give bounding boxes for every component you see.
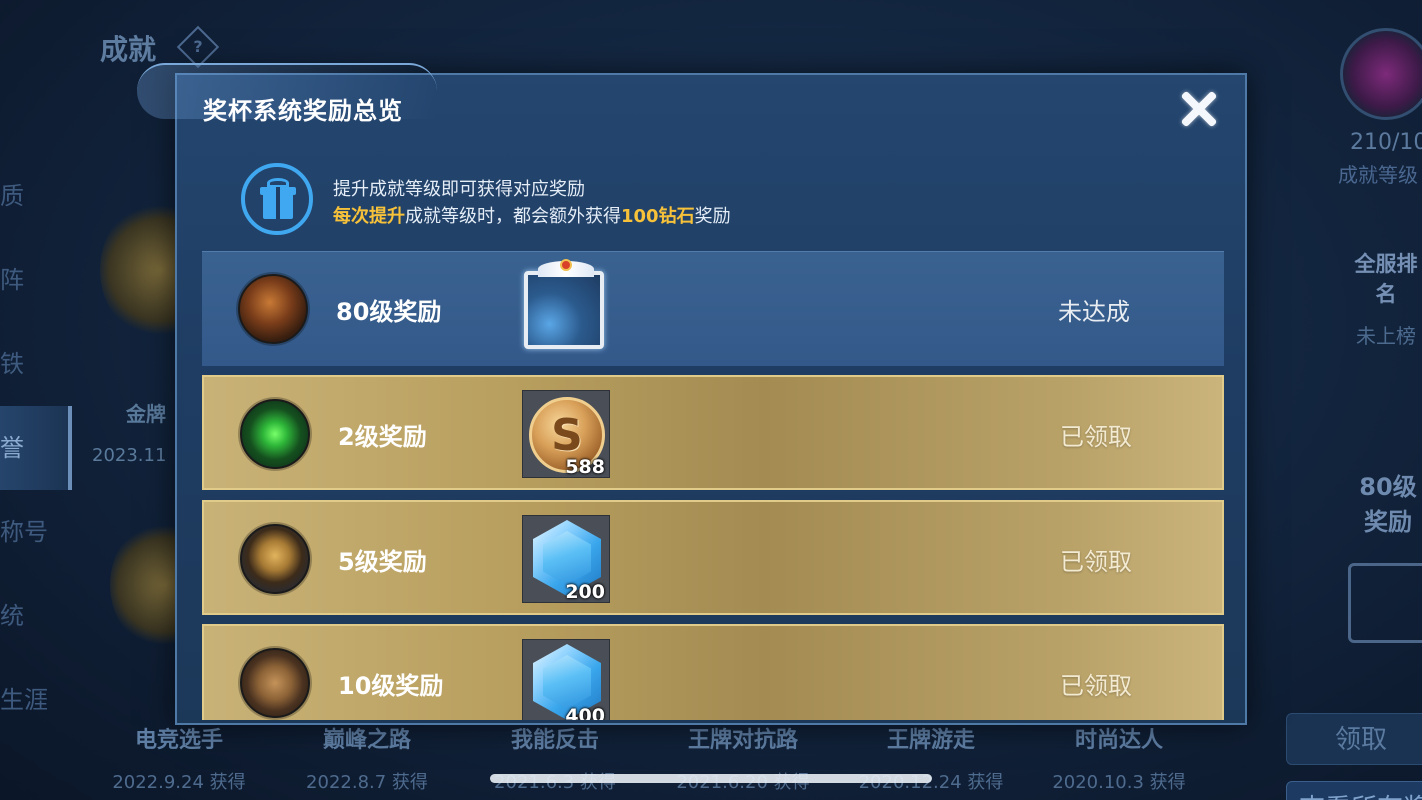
gift-icon (241, 163, 313, 235)
reward-list[interactable]: 80级奖励 未达成 2级奖励 S 588 已领取 5级奖励 200 已领取 10… (202, 251, 1224, 720)
achievement-name: 王牌对抗路 (687, 728, 798, 753)
gold-coin-icon[interactable]: S 588 (522, 390, 610, 478)
achievement-name: 时尚达人 (1074, 728, 1163, 753)
reward-row[interactable]: 10级奖励 400 已领取 (202, 624, 1224, 720)
achievement-name: 我能反击 (510, 728, 599, 753)
view-all-rewards-button[interactable]: 查看所有奖 (1286, 781, 1422, 800)
claim-button[interactable]: 领取 (1286, 713, 1422, 765)
avatar-frame-icon[interactable] (520, 259, 608, 353)
achievement-date: 2020.10.3 获得 (1052, 772, 1186, 793)
level-emblem-icon (238, 274, 308, 344)
rank-label: 全服排名 (1354, 252, 1418, 306)
diamond-icon[interactable]: 200 (522, 515, 610, 603)
info-text-bonus: 每次提升成就等级时，都会额外获得100钻石奖励 (333, 202, 731, 228)
achievement-item[interactable]: 王牌游走 2020.12.24 获得 (837, 722, 1025, 794)
level-emblem-icon (240, 648, 310, 718)
reward-overview-modal: 奖杯系统奖励总览 提升成就等级即可获得对应奖励 每次提升成就等级时，都会额外获得… (137, 63, 1247, 725)
rank-value: 未上榜 (1356, 324, 1416, 348)
highlight-text: 每次提升 (333, 206, 405, 227)
left-nav-item[interactable]: 阵 (0, 238, 72, 322)
reward-status: 已领取 (1060, 423, 1132, 451)
reward-quantity: 588 (565, 456, 605, 478)
page-title: 成就 (100, 33, 157, 66)
diamond-amount: 100钻石 (621, 206, 695, 227)
reward-row[interactable]: 5级奖励 200 已领取 (202, 500, 1224, 615)
left-nav-item[interactable]: 称号 (0, 490, 72, 574)
achievement-date: 2022.9.24 获得 (112, 772, 246, 793)
reward-row[interactable]: 2级奖励 S 588 已领取 (202, 375, 1224, 490)
level-label: 成就等级 (1338, 163, 1418, 187)
reward-status: 未达成 (1058, 298, 1130, 326)
achievement-item[interactable]: 王牌对抗路 2021.6.20 获得 (649, 722, 837, 794)
info-text: 提升成就等级即可获得对应奖励 (333, 179, 585, 200)
reward-row[interactable]: 80级奖励 未达成 (202, 251, 1224, 366)
reward-status: 已领取 (1060, 548, 1132, 576)
level-emblem-icon (240, 399, 310, 469)
badge-name: 金牌 (126, 402, 166, 426)
left-nav: 质 阵 铁 誉 称号 统 生涯 (0, 70, 72, 742)
reward-frame-icon (1348, 563, 1422, 643)
achievement-name: 电竞选手 (134, 728, 223, 753)
achievement-date: 2022.8.7 获得 (306, 772, 428, 793)
achievement-item[interactable]: 电竞选手 2022.9.24 获得 (85, 722, 273, 794)
reward-level-label: 2级奖励 (338, 423, 427, 451)
right-panel: 210/100 成就等级 全服排名 未上榜 80级奖励 领取 查看所有奖 (1286, 20, 1422, 800)
achievement-item[interactable]: 巅峰之路 2022.8.7 获得 (273, 722, 461, 794)
level-score: 210/100 (1350, 130, 1422, 155)
close-icon[interactable] (1175, 85, 1223, 133)
left-nav-item[interactable]: 统 (0, 574, 72, 658)
modal-title: 奖杯系统奖励总览 (203, 97, 403, 125)
reward-level-label: 5级奖励 (338, 548, 427, 576)
left-nav-item[interactable]: 铁 (0, 322, 72, 406)
reward-quantity: 400 (565, 705, 605, 720)
home-indicator[interactable] (490, 774, 932, 783)
level-avatar (1340, 28, 1422, 120)
reward-label: 80级奖励 (1359, 473, 1417, 536)
achievement-name: 王牌游走 (886, 728, 975, 753)
badge-date: 2023.11 (92, 445, 167, 466)
reward-status: 已领取 (1060, 672, 1132, 700)
left-nav-item[interactable]: 生涯 (0, 658, 72, 742)
achievement-item[interactable]: 时尚达人 2020.10.3 获得 (1025, 722, 1213, 794)
level-emblem-icon (240, 524, 310, 594)
achievement-name: 巅峰之路 (322, 728, 411, 753)
reward-level-label: 80级奖励 (336, 298, 442, 326)
left-nav-item-active[interactable]: 誉 (0, 406, 72, 490)
reward-quantity: 200 (565, 581, 605, 603)
info-text-part: 奖励 (694, 206, 731, 227)
achievement-list: 电竞选手 2022.9.24 获得 巅峰之路 2022.8.7 获得 我能反击 … (85, 722, 1225, 794)
left-nav-item[interactable] (0, 70, 72, 154)
diamond-icon[interactable]: 400 (522, 639, 610, 720)
info-text-part: 成就等级时，都会额外获得 (405, 206, 621, 227)
achievement-item[interactable]: 我能反击 2021.6.3 获得 (461, 722, 649, 794)
left-nav-item[interactable]: 质 (0, 154, 72, 238)
question-icon[interactable]: ? (176, 25, 220, 69)
reward-level-label: 10级奖励 (338, 672, 444, 700)
badge-info: 金牌 2023.11 (92, 398, 166, 466)
